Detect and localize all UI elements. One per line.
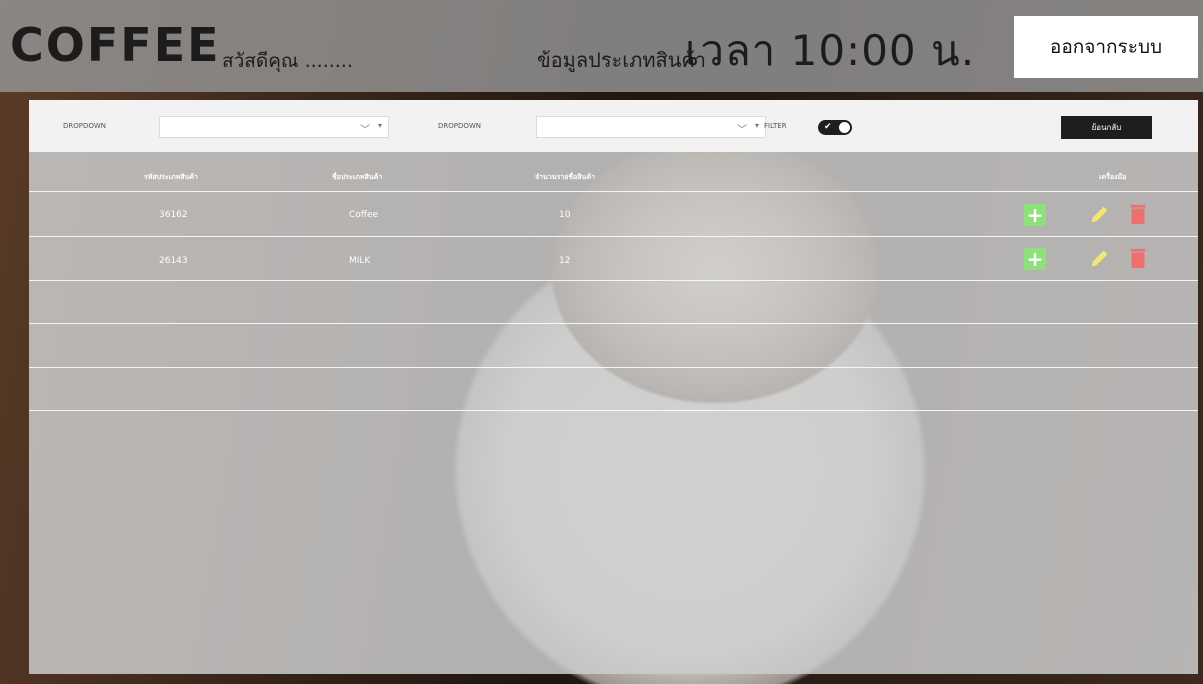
dropdown2-select[interactable]: ﹀ ▾ (536, 116, 766, 138)
row2-code: 26143 (159, 256, 188, 266)
row-divider (29, 191, 1198, 192)
plus-icon: + (1026, 247, 1044, 271)
row-divider (29, 323, 1198, 324)
time-display: เวลา 10:00 น. (685, 26, 976, 75)
content-panel: DROPDOWN ﹀ ▾ DROPDOWN ﹀ ▾ FILTER ✔ ย้อนก… (29, 100, 1198, 674)
plus-icon: + (1026, 203, 1044, 227)
app-logo: COFFEE (10, 18, 221, 72)
filter-label: FILTER (764, 122, 787, 130)
top-bar: COFFEE สวัสดีคุณ ........ ข้อมูลประเภทสิ… (0, 0, 1203, 92)
row1-name: Coffee (349, 210, 379, 220)
row2-name: MILK (349, 256, 371, 266)
dropdown2-label: DROPDOWN (438, 122, 482, 130)
trash-icon (1130, 204, 1146, 225)
dropdown1-select[interactable]: ﹀ ▾ (159, 116, 389, 138)
filter-bar: DROPDOWN ﹀ ▾ DROPDOWN ﹀ ▾ FILTER ✔ ย้อนก… (29, 100, 1198, 152)
logout-button[interactable]: ออกจากระบบ (1014, 16, 1198, 78)
delete-button[interactable] (1127, 247, 1149, 269)
edit-button[interactable] (1089, 247, 1111, 269)
row1-count: 10 (559, 210, 571, 220)
pencil-icon (1091, 250, 1108, 267)
column-header-tools: เครื่องมือ (1099, 173, 1127, 181)
edit-button[interactable] (1089, 203, 1111, 225)
page-title: ข้อมูลประเภทสินค้า (537, 48, 706, 72)
trash-icon (1130, 248, 1146, 269)
filter-toggle[interactable]: ✔ (818, 120, 852, 135)
dropdown-indicator-icon: ▾ (377, 121, 382, 130)
column-header-count: จำนวนรายชื่อสินค้า (535, 173, 595, 181)
pencil-icon (1091, 206, 1108, 223)
row-divider (29, 367, 1198, 368)
back-button[interactable]: ย้อนกลับ (1061, 116, 1152, 139)
delete-button[interactable] (1127, 203, 1149, 225)
add-button[interactable]: + (1024, 248, 1046, 270)
column-header-name: ชื่อประเภทสินค้า (332, 173, 383, 181)
chevron-down-icon: ﹀ (737, 125, 747, 136)
row-divider (29, 280, 1198, 281)
chevron-down-icon: ﹀ (360, 125, 370, 136)
row-divider (29, 410, 1198, 411)
row-divider (29, 236, 1198, 237)
dropdown-indicator-icon: ▾ (754, 121, 759, 130)
toggle-knob (839, 122, 850, 133)
row1-code: 36162 (159, 210, 188, 220)
column-header-code: รหัสประเภทสินค้า (144, 173, 198, 181)
dropdown1-label: DROPDOWN (63, 122, 107, 130)
check-icon: ✔ (824, 122, 832, 132)
add-button[interactable]: + (1024, 204, 1046, 226)
greeting-text: สวัสดีคุณ ........ (222, 50, 353, 72)
row2-count: 12 (559, 256, 571, 266)
